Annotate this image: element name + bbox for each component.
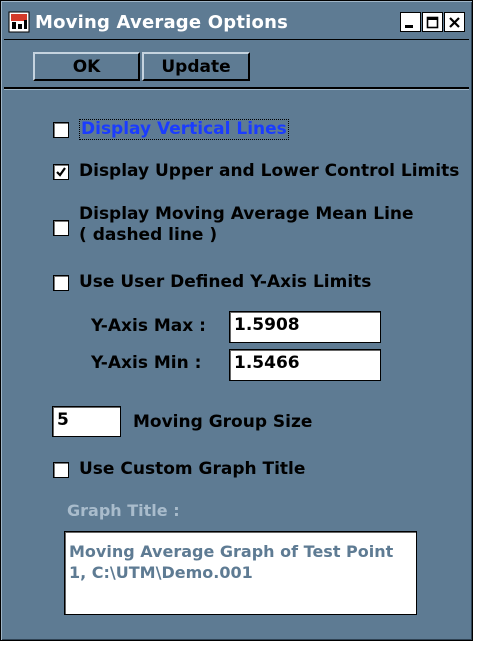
user-y-limits-option[interactable]: Use User Defined Y-Axis Limits: [53, 272, 371, 293]
checkmark-icon: [56, 167, 66, 177]
title-bar[interactable]: Moving Average Options: [4, 4, 469, 39]
moving-group-size-input[interactable]: 5: [52, 406, 121, 437]
y-axis-min-label: Y-Axis Min :: [91, 353, 202, 373]
control-limits-option[interactable]: Display Upper and Lower Control Limits: [53, 161, 459, 182]
ok-button[interactable]: OK: [33, 52, 140, 81]
graph-title-textarea[interactable]: Moving Average Graph of Test Point 1, C:…: [64, 531, 417, 615]
custom-title-label[interactable]: Use Custom Graph Title: [79, 459, 305, 480]
title-divider: [4, 39, 469, 40]
moving-average-options-window: Moving Average Options OK Update Display…: [0, 0, 473, 641]
control-limits-checkbox[interactable]: [53, 164, 69, 180]
maximize-icon[interactable]: [422, 12, 443, 32]
control-limits-label[interactable]: Display Upper and Lower Control Limits: [79, 161, 459, 182]
custom-title-checkbox[interactable]: [53, 462, 69, 478]
app-icon: [8, 11, 30, 33]
display-vertical-lines-checkbox[interactable]: [53, 122, 69, 138]
update-button[interactable]: Update: [142, 52, 250, 81]
y-axis-max-label: Y-Axis Max :: [91, 316, 206, 336]
close-icon[interactable]: [444, 12, 465, 32]
moving-group-size-label: Moving Group Size: [133, 412, 313, 432]
display-vertical-lines-option[interactable]: Display Vertical Lines: [53, 119, 289, 140]
y-axis-min-input[interactable]: 1.5466: [229, 349, 381, 381]
mean-line-label[interactable]: Display Moving Average Mean Line ( dashe…: [79, 204, 414, 246]
mean-line-checkbox[interactable]: [53, 220, 69, 236]
graph-title-label: Graph Title :: [67, 501, 180, 520]
window-title: Moving Average Options: [35, 12, 289, 33]
display-vertical-lines-label[interactable]: Display Vertical Lines: [79, 119, 289, 140]
user-y-limits-label[interactable]: Use User Defined Y-Axis Limits: [79, 272, 371, 293]
minimize-icon[interactable]: [400, 12, 421, 32]
y-axis-max-input[interactable]: 1.5908: [229, 311, 381, 343]
user-y-limits-checkbox[interactable]: [53, 275, 69, 291]
mean-line-option[interactable]: Display Moving Average Mean Line ( dashe…: [53, 204, 414, 246]
custom-title-option[interactable]: Use Custom Graph Title: [53, 459, 305, 480]
toolbar-divider-highlight: [4, 89, 469, 90]
